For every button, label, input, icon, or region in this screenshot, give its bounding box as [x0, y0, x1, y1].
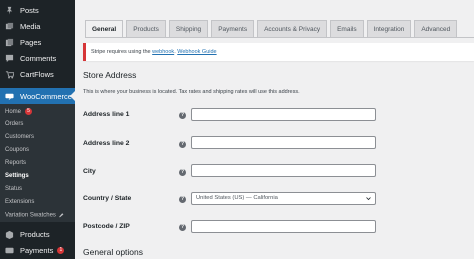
city-input[interactable] [191, 164, 376, 177]
comments-icon [5, 54, 14, 63]
cartflows-icon [5, 70, 14, 79]
payments-icon [5, 246, 14, 255]
tab-shipping[interactable]: Shipping [168, 20, 209, 37]
webhook-guide-link[interactable]: Webhook Guide [177, 49, 216, 55]
address-line-1-input[interactable] [191, 108, 376, 121]
submenu-item-settings[interactable]: Settings [5, 173, 29, 179]
tabs-divider [85, 37, 474, 38]
notice-separator: . [174, 49, 176, 55]
submenu-item-label: Orders [5, 121, 24, 127]
address-line-2-label: Address line 2 [83, 140, 130, 147]
tab-advanced[interactable]: Advanced [414, 20, 458, 37]
sidebar-item-label: CartFlows [20, 69, 54, 79]
submenu-item-label: Variation Swatches [5, 212, 56, 219]
products-icon [5, 230, 14, 239]
submenu-item-status[interactable]: Status [5, 186, 22, 192]
store-address-heading: Store Address [83, 70, 137, 80]
sidebar-item-label: Products [20, 229, 50, 239]
payments-count-badge: 1 [57, 246, 65, 254]
submenu-item-extensions[interactable]: Extensions [5, 199, 34, 205]
swatches-icon [58, 213, 63, 218]
submenu-item-label: Home [5, 109, 22, 116]
sidebar-item-pages[interactable]: Pages [0, 34, 75, 50]
woocommerce-submenu: Home 5 Orders Customers Coupons Reports S… [0, 104, 75, 222]
sidebar-item-woocommerce[interactable]: WooCommerce [0, 88, 75, 104]
submenu-item-label: Settings [5, 173, 29, 179]
submenu-item-variation-swatches[interactable]: Variation Swatches [5, 212, 64, 219]
submenu-item-label: Status [5, 186, 23, 192]
chevron-down-icon [366, 197, 371, 201]
settings-tabs: General Products Shipping Payments Accou… [85, 20, 458, 37]
current-menu-arrow [70, 91, 75, 101]
submenu-item-orders[interactable]: Orders [5, 121, 23, 127]
admin-sidebar: Posts Media Pages Comments CartFlows Woo… [0, 0, 75, 259]
country-state-label: Country / State [83, 195, 132, 202]
notice-text: Stripe requires using the [91, 49, 151, 55]
submenu-item-label: Reports [5, 160, 27, 166]
submenu-item-label: Customers [5, 134, 35, 140]
tab-emails[interactable]: Emails [330, 20, 364, 37]
sidebar-item-cartflows[interactable]: CartFlows [0, 66, 75, 82]
address-line-1-label: Address line 1 [83, 111, 130, 118]
tab-integration[interactable]: Integration [366, 20, 412, 37]
city-label: City [83, 168, 96, 175]
sidebar-item-label: Posts [20, 5, 39, 15]
general-options-heading: General options [83, 247, 144, 257]
help-icon[interactable]: ? [179, 112, 186, 119]
help-icon[interactable]: ? [179, 196, 186, 203]
pages-icon [5, 38, 14, 47]
help-icon[interactable]: ? [179, 169, 186, 176]
postcode-label: Postcode / ZIP [83, 223, 130, 230]
sidebar-item-label: Comments [20, 53, 57, 63]
sidebar-item-products[interactable]: Products [0, 226, 75, 242]
sidebar-item-payments[interactable]: Payments 1 [0, 242, 75, 258]
country-state-select[interactable]: United States (US) — California [191, 192, 376, 205]
help-icon[interactable]: ? [179, 141, 186, 148]
stripe-webhook-notice: Stripe requires using the webhook. Webho… [83, 43, 474, 61]
sidebar-item-label: Media [20, 21, 41, 31]
submenu-item-coupons[interactable]: Coupons [5, 147, 29, 153]
tab-products[interactable]: Products [126, 20, 166, 37]
tab-general[interactable]: General [85, 20, 124, 37]
submenu-item-customers[interactable]: Customers [5, 134, 34, 140]
submenu-item-label: Extensions [5, 199, 35, 205]
sidebar-item-posts[interactable]: Posts [0, 2, 75, 18]
submenu-item-label: Coupons [5, 147, 30, 153]
media-icon [5, 22, 14, 31]
sidebar-item-label: Payments [20, 245, 54, 255]
submenu-item-home[interactable]: Home 5 [5, 108, 33, 116]
webhook-link[interactable]: webhook [152, 49, 174, 55]
tab-payments[interactable]: Payments [211, 20, 255, 37]
sidebar-item-label: Pages [20, 37, 42, 47]
sidebar-item-label: WooCommerce [20, 91, 72, 101]
store-address-description: This is where your business is located. … [83, 89, 300, 95]
address-line-2-input[interactable] [191, 136, 376, 149]
pin-icon [5, 6, 14, 15]
wp-admin-page: Posts Media Pages Comments CartFlows Woo… [0, 0, 474, 259]
sidebar-item-comments[interactable]: Comments [0, 50, 75, 66]
help-icon[interactable]: ? [179, 224, 186, 231]
submenu-item-reports[interactable]: Reports [5, 160, 26, 166]
sidebar-item-media[interactable]: Media [0, 18, 75, 34]
tab-accounts-privacy[interactable]: Accounts & Privacy [257, 20, 328, 37]
home-count-badge: 5 [25, 108, 33, 115]
woocommerce-icon [5, 92, 14, 101]
country-state-value: United States (US) — California [196, 195, 278, 201]
postcode-input[interactable] [191, 220, 376, 233]
